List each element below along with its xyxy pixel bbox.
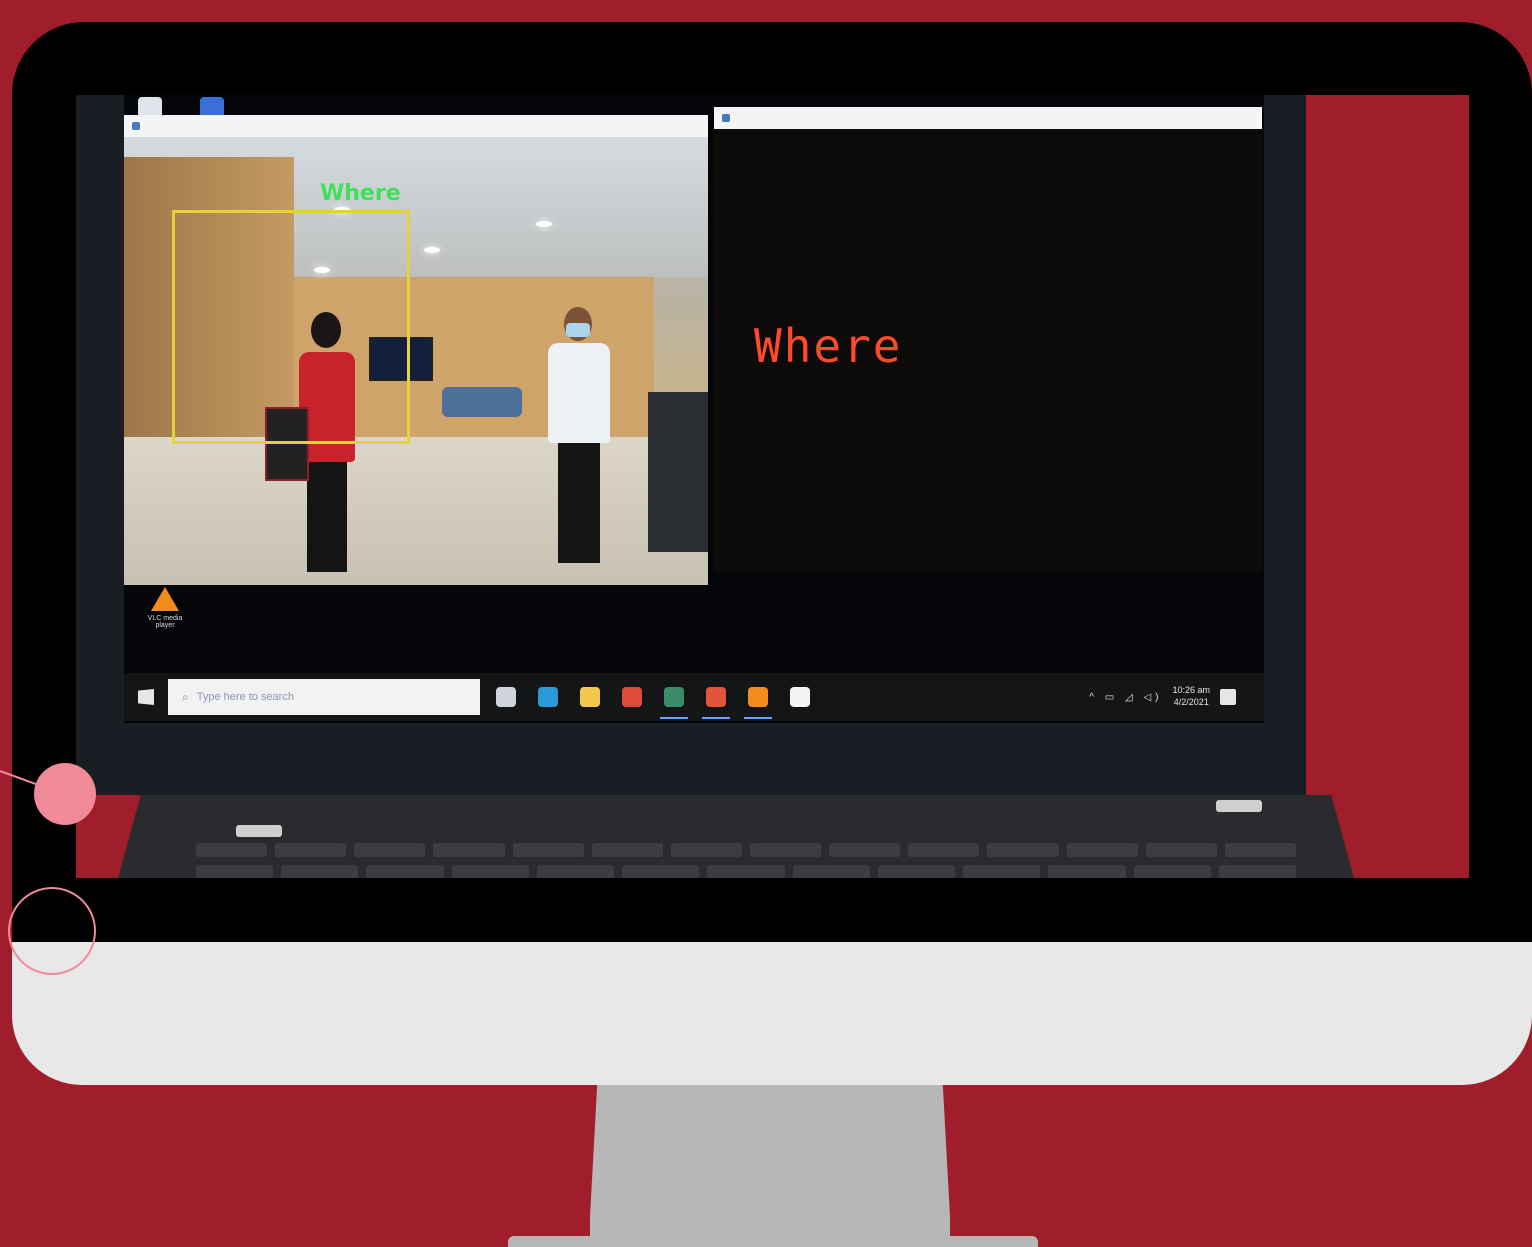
recognized-sign-text: Where [754,319,903,373]
edge-icon[interactable] [538,687,558,707]
scene-counter [648,392,708,552]
detection-bounding-box [172,210,410,444]
notification-icon[interactable] [1220,689,1236,705]
monitor-chin [12,942,1532,1085]
task-view-icon[interactable] [496,687,516,707]
camera-window[interactable]: Where [124,115,708,585]
system-tray: ^ ▭ ◿ ◁) 10:26 am 4/2/2021 [1089,673,1236,721]
chrome-icon[interactable] [622,687,642,707]
detection-label: Where [320,181,401,206]
vlc-icon[interactable] [744,687,772,719]
ceiling-light [424,247,440,253]
search-input[interactable]: Type here to search [197,691,294,703]
taskbar: ⌕ Type here to search ^ ▭ ◿ ◁) 10:26 am … [124,673,1264,721]
keyboard-row [196,843,1296,857]
windows-logo-icon [138,689,154,705]
monitor-display: Where Where 0 VLC media player [76,95,1469,878]
tray-icons[interactable]: ^ ▭ ◿ ◁) [1089,692,1162,703]
camera-feed: Where [124,137,708,585]
vlc-cone-icon [151,587,179,611]
camera-window-titlebar[interactable] [124,115,708,137]
monitor-stand [590,1085,950,1245]
python-ide-icon[interactable] [660,687,688,719]
laptop-keyboard-deck [116,795,1356,878]
taskbar-clock[interactable]: 10:26 am 4/2/2021 [1172,685,1210,708]
ceiling-light [536,221,552,227]
monitor-foot [508,1236,1038,1247]
trackpoint-button [1216,800,1262,812]
file-explorer-icon[interactable] [580,687,600,707]
window-app-icon [132,122,140,130]
notepad-icon[interactable] [790,687,810,707]
trackpoint-button [236,825,282,837]
keyboard-row [196,865,1297,878]
taskbar-search[interactable]: ⌕ Type here to search [168,679,480,715]
vlc-shortcut-label: VLC media player [147,615,183,629]
output-window-titlebar[interactable] [714,107,1262,129]
decorative-circle-outline [8,887,96,975]
scene-sofa [442,387,522,417]
person-standing [544,307,614,577]
output-canvas: Where [714,129,1262,573]
clock-time: 10:26 am [1172,685,1210,696]
output-window[interactable]: Where [714,107,1262,573]
laptop-lid: Where Where 0 VLC media player [76,95,1306,795]
clock-date: 4/2/2021 [1173,697,1209,707]
taskbar-apps [496,687,810,719]
media-app-icon[interactable] [702,687,730,719]
start-button[interactable] [124,673,168,721]
decorative-circle [34,763,96,825]
window-app-icon [722,114,730,122]
search-icon: ⌕ [182,689,189,704]
laptop-screen: Where Where 0 VLC media player [124,95,1264,723]
vlc-desktop-shortcut[interactable]: VLC media player [140,587,190,629]
scene-floor [124,437,708,585]
